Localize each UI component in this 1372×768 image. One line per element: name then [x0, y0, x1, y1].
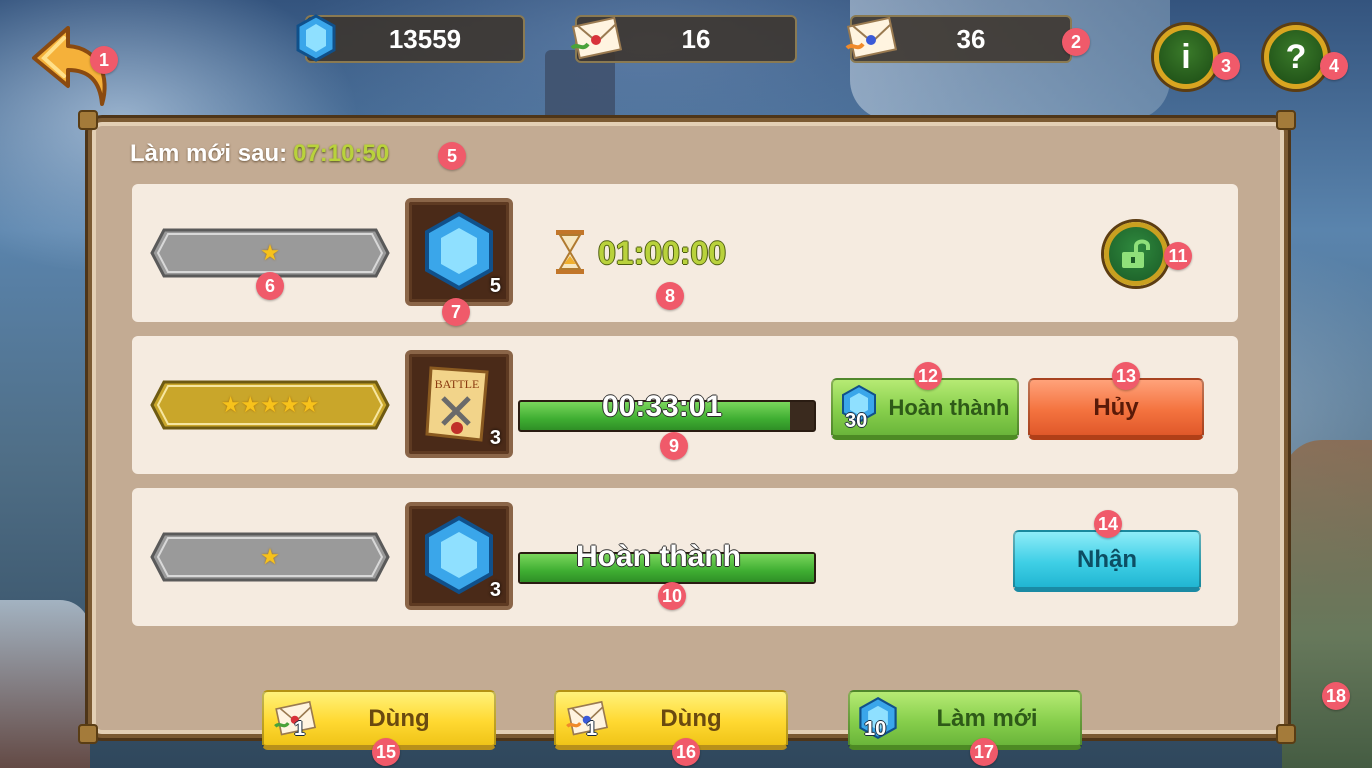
- marker: 1: [90, 46, 118, 74]
- cancel-button[interactable]: Hủy: [1028, 378, 1204, 440]
- marker: 12: [914, 362, 942, 390]
- reward-item[interactable]: 3: [405, 502, 513, 610]
- use-orange-count: 1: [586, 718, 598, 740]
- marker: 2: [1062, 28, 1090, 56]
- background-character-right: [1282, 440, 1372, 768]
- marker: 16: [672, 738, 700, 766]
- help-button[interactable]: ?: [1264, 25, 1328, 89]
- unlock-icon: [1122, 239, 1150, 268]
- use-green-label: Dùng: [368, 704, 430, 732]
- orange-letter-count: 36: [956, 23, 986, 54]
- claim-label: Nhận: [1077, 545, 1137, 573]
- background-character-left: [0, 600, 90, 768]
- marker: 18: [1322, 682, 1350, 710]
- reward-item[interactable]: BATTLE 3: [405, 350, 513, 458]
- use-orange-label: Dùng: [660, 704, 722, 732]
- info-icon: i: [1181, 37, 1191, 76]
- unlock-button[interactable]: [1104, 222, 1168, 286]
- gem-icon: [296, 14, 336, 62]
- cancel-label: Hủy: [1093, 393, 1139, 421]
- marker: 11: [1164, 242, 1192, 270]
- refresh-timer: Làm mới sau: 07:10:50: [130, 140, 389, 168]
- marker: 5: [438, 142, 466, 170]
- use-orange-letter-button[interactable]: 1 Dùng: [554, 690, 788, 750]
- rarity-badge: ★: [150, 532, 390, 582]
- marker: 17: [970, 738, 998, 766]
- refresh-label: Làm mới sau:: [130, 140, 288, 167]
- marker: 14: [1094, 510, 1122, 538]
- star-rating: ★: [260, 240, 280, 266]
- refresh-cost: 10: [864, 718, 887, 740]
- marker: 9: [660, 432, 688, 460]
- progress-time: 00:33:01: [602, 390, 723, 423]
- complete-label: Hoàn thành: [888, 394, 1010, 420]
- mission-duration: 01:00:00: [598, 235, 727, 271]
- item-count: 5: [489, 275, 501, 297]
- help-icon: ?: [1285, 37, 1307, 76]
- marker: 10: [658, 582, 686, 610]
- rarity-badge: ★: [150, 228, 390, 278]
- green-letter-icon: [570, 16, 622, 60]
- panel-corner-decoration: [78, 110, 98, 130]
- claim-button[interactable]: Nhận: [1013, 530, 1201, 592]
- reward-item[interactable]: 5: [405, 198, 513, 306]
- marker: 6: [256, 272, 284, 300]
- marker: 7: [442, 298, 470, 326]
- green-letter-count: 16: [681, 23, 711, 54]
- marker: 4: [1320, 52, 1348, 80]
- use-green-count: 1: [294, 718, 306, 740]
- star-rating: ★★★★★: [220, 392, 320, 418]
- marker: 8: [656, 282, 684, 310]
- refresh-time: 07:10:50: [293, 140, 390, 167]
- complete-cost: 30: [845, 410, 868, 432]
- marker: 13: [1112, 362, 1140, 390]
- panel-corner-decoration: [78, 724, 98, 744]
- gem-count: 13559: [388, 23, 462, 54]
- rarity-badge: ★★★★★: [150, 380, 390, 430]
- refresh-missions-button[interactable]: 10 Làm mới: [848, 690, 1082, 750]
- gem-counter: 13559: [305, 15, 525, 63]
- panel-corner-decoration: [1276, 724, 1296, 744]
- svg-text:BATTLE: BATTLE: [435, 377, 480, 391]
- item-count: 3: [489, 427, 501, 449]
- marker: 15: [372, 738, 400, 766]
- hourglass-icon: [556, 230, 584, 274]
- panel-corner-decoration: [1276, 110, 1296, 130]
- progress-status: Hoàn thành: [576, 540, 741, 573]
- marker: 3: [1212, 52, 1240, 80]
- orange-letter-icon: [845, 16, 897, 60]
- item-count: 3: [489, 579, 501, 601]
- refresh-label: Làm mới: [936, 704, 1038, 732]
- info-button[interactable]: i: [1154, 25, 1218, 89]
- star-rating: ★: [260, 544, 280, 570]
